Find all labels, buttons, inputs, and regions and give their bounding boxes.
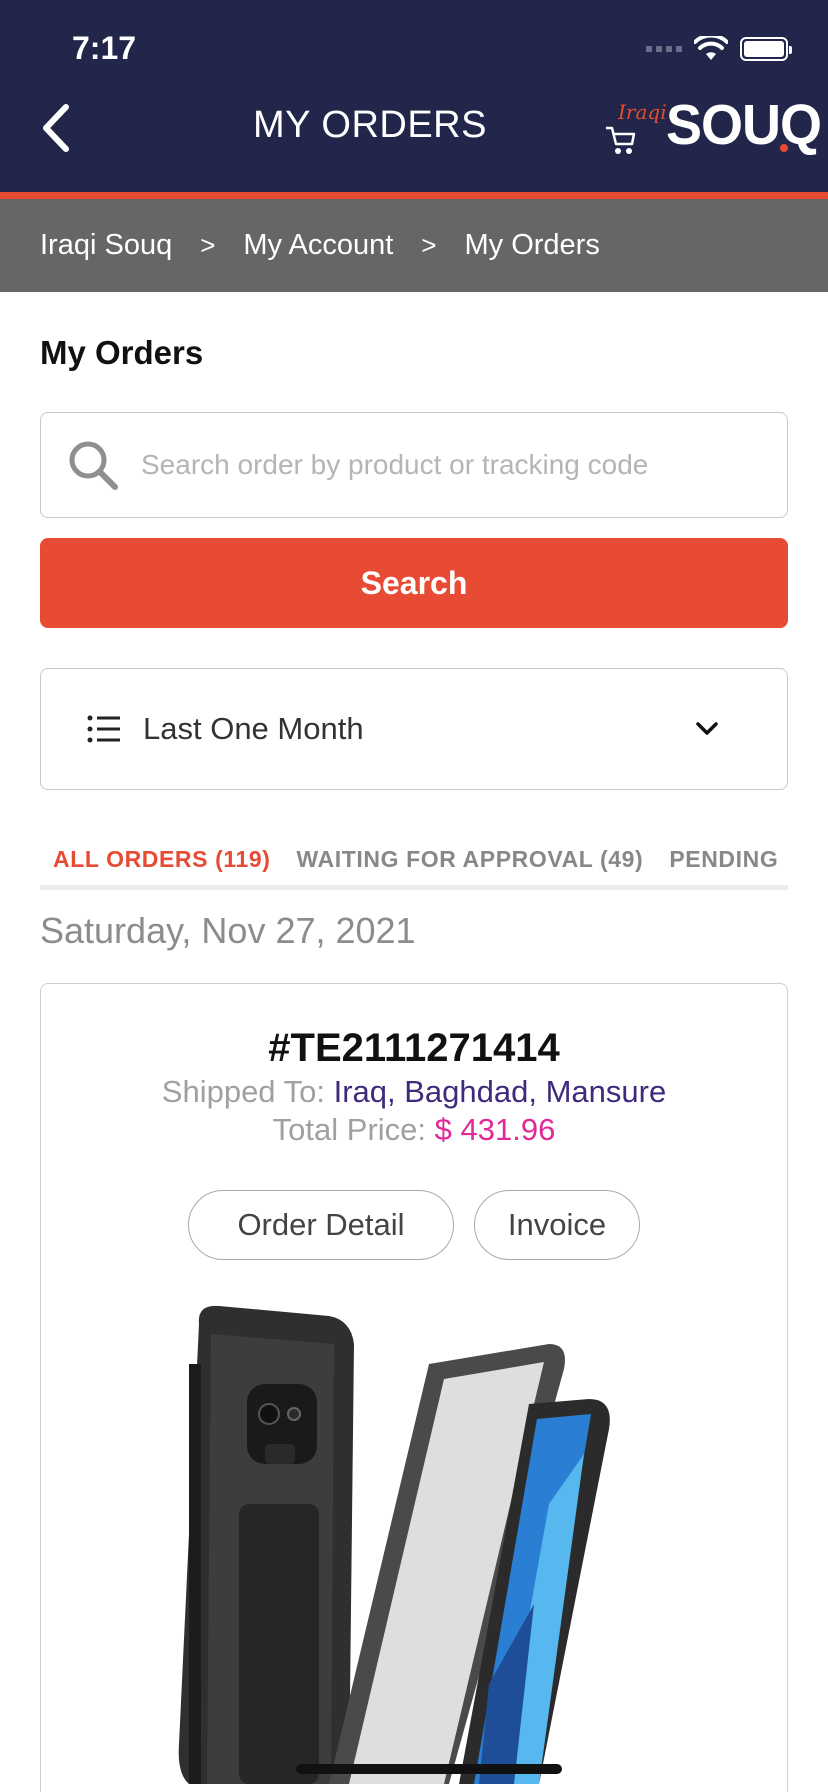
shipped-to-value: Iraq, Baghdad, Mansure (333, 1074, 667, 1109)
logo-large-text: SOUQ (666, 93, 822, 157)
order-card: #TE2111271414 Shipped To: Iraq, Baghdad,… (40, 983, 788, 1792)
search-button[interactable]: Search (40, 538, 788, 628)
breadcrumb: Iraqi Souq > My Account > My Orders (0, 199, 828, 292)
order-status-tabs: ALL ORDERS (119) WAITING FOR APPROVAL (49… (40, 836, 788, 890)
status-time: 7:17 (72, 30, 137, 66)
order-detail-button[interactable]: Order Detail (188, 1190, 454, 1260)
header-bar: 7:17 MY ORDERS Iraqi SOUQ (0, 0, 828, 192)
search-box[interactable] (40, 412, 788, 518)
breadcrumb-item-account[interactable]: My Account (243, 229, 393, 262)
order-date-heading: Saturday, Nov 27, 2021 (40, 910, 416, 951)
screen: 7:17 MY ORDERS Iraqi SOUQ Iraqi Souq > M… (0, 0, 828, 1792)
breadcrumb-separator: > (421, 230, 437, 260)
total-price-value: $ 431.96 (434, 1112, 556, 1147)
product-image[interactable] (159, 1304, 679, 1784)
invoice-button[interactable]: Invoice (474, 1190, 640, 1260)
logo-dot (780, 144, 788, 152)
status-icons (646, 36, 792, 62)
chevron-down-icon (696, 722, 718, 735)
wifi-icon (694, 36, 728, 60)
breadcrumb-item-orders: My Orders (464, 229, 600, 261)
order-number: #TE2111271414 (268, 1026, 560, 1070)
battery-icon (740, 37, 792, 61)
total-price-label: Total Price: (272, 1112, 427, 1147)
logo-small-text: Iraqi (618, 100, 667, 124)
home-indicator (296, 1764, 562, 1774)
shipped-to-line: Shipped To: Iraq, Baghdad, Mansure (41, 1074, 787, 1110)
date-filter-select[interactable]: Last One Month (40, 668, 788, 790)
tab-all-orders[interactable]: ALL ORDERS (119) (40, 836, 284, 885)
breadcrumb-item-home[interactable]: Iraqi Souq (40, 229, 172, 262)
brand-logo[interactable]: Iraqi SOUQ (604, 92, 822, 160)
tab-pending[interactable]: PENDING (656, 836, 788, 885)
signal-icon (646, 46, 682, 52)
search-input[interactable] (141, 449, 787, 481)
total-price-line: Total Price: $ 431.96 (41, 1112, 787, 1148)
cart-icon (606, 126, 636, 154)
tab-waiting-approval[interactable]: WAITING FOR APPROVAL (49) (284, 836, 657, 885)
page-title: My Orders (40, 334, 204, 371)
shipped-to-label: Shipped To: (161, 1074, 325, 1109)
breadcrumb-separator: > (200, 230, 216, 260)
search-icon (65, 437, 121, 493)
order-actions: Order Detail Invoice (41, 1190, 787, 1260)
date-filter-value: Last One Month (143, 711, 364, 746)
header-accent-line (0, 192, 828, 199)
list-icon (87, 715, 120, 743)
